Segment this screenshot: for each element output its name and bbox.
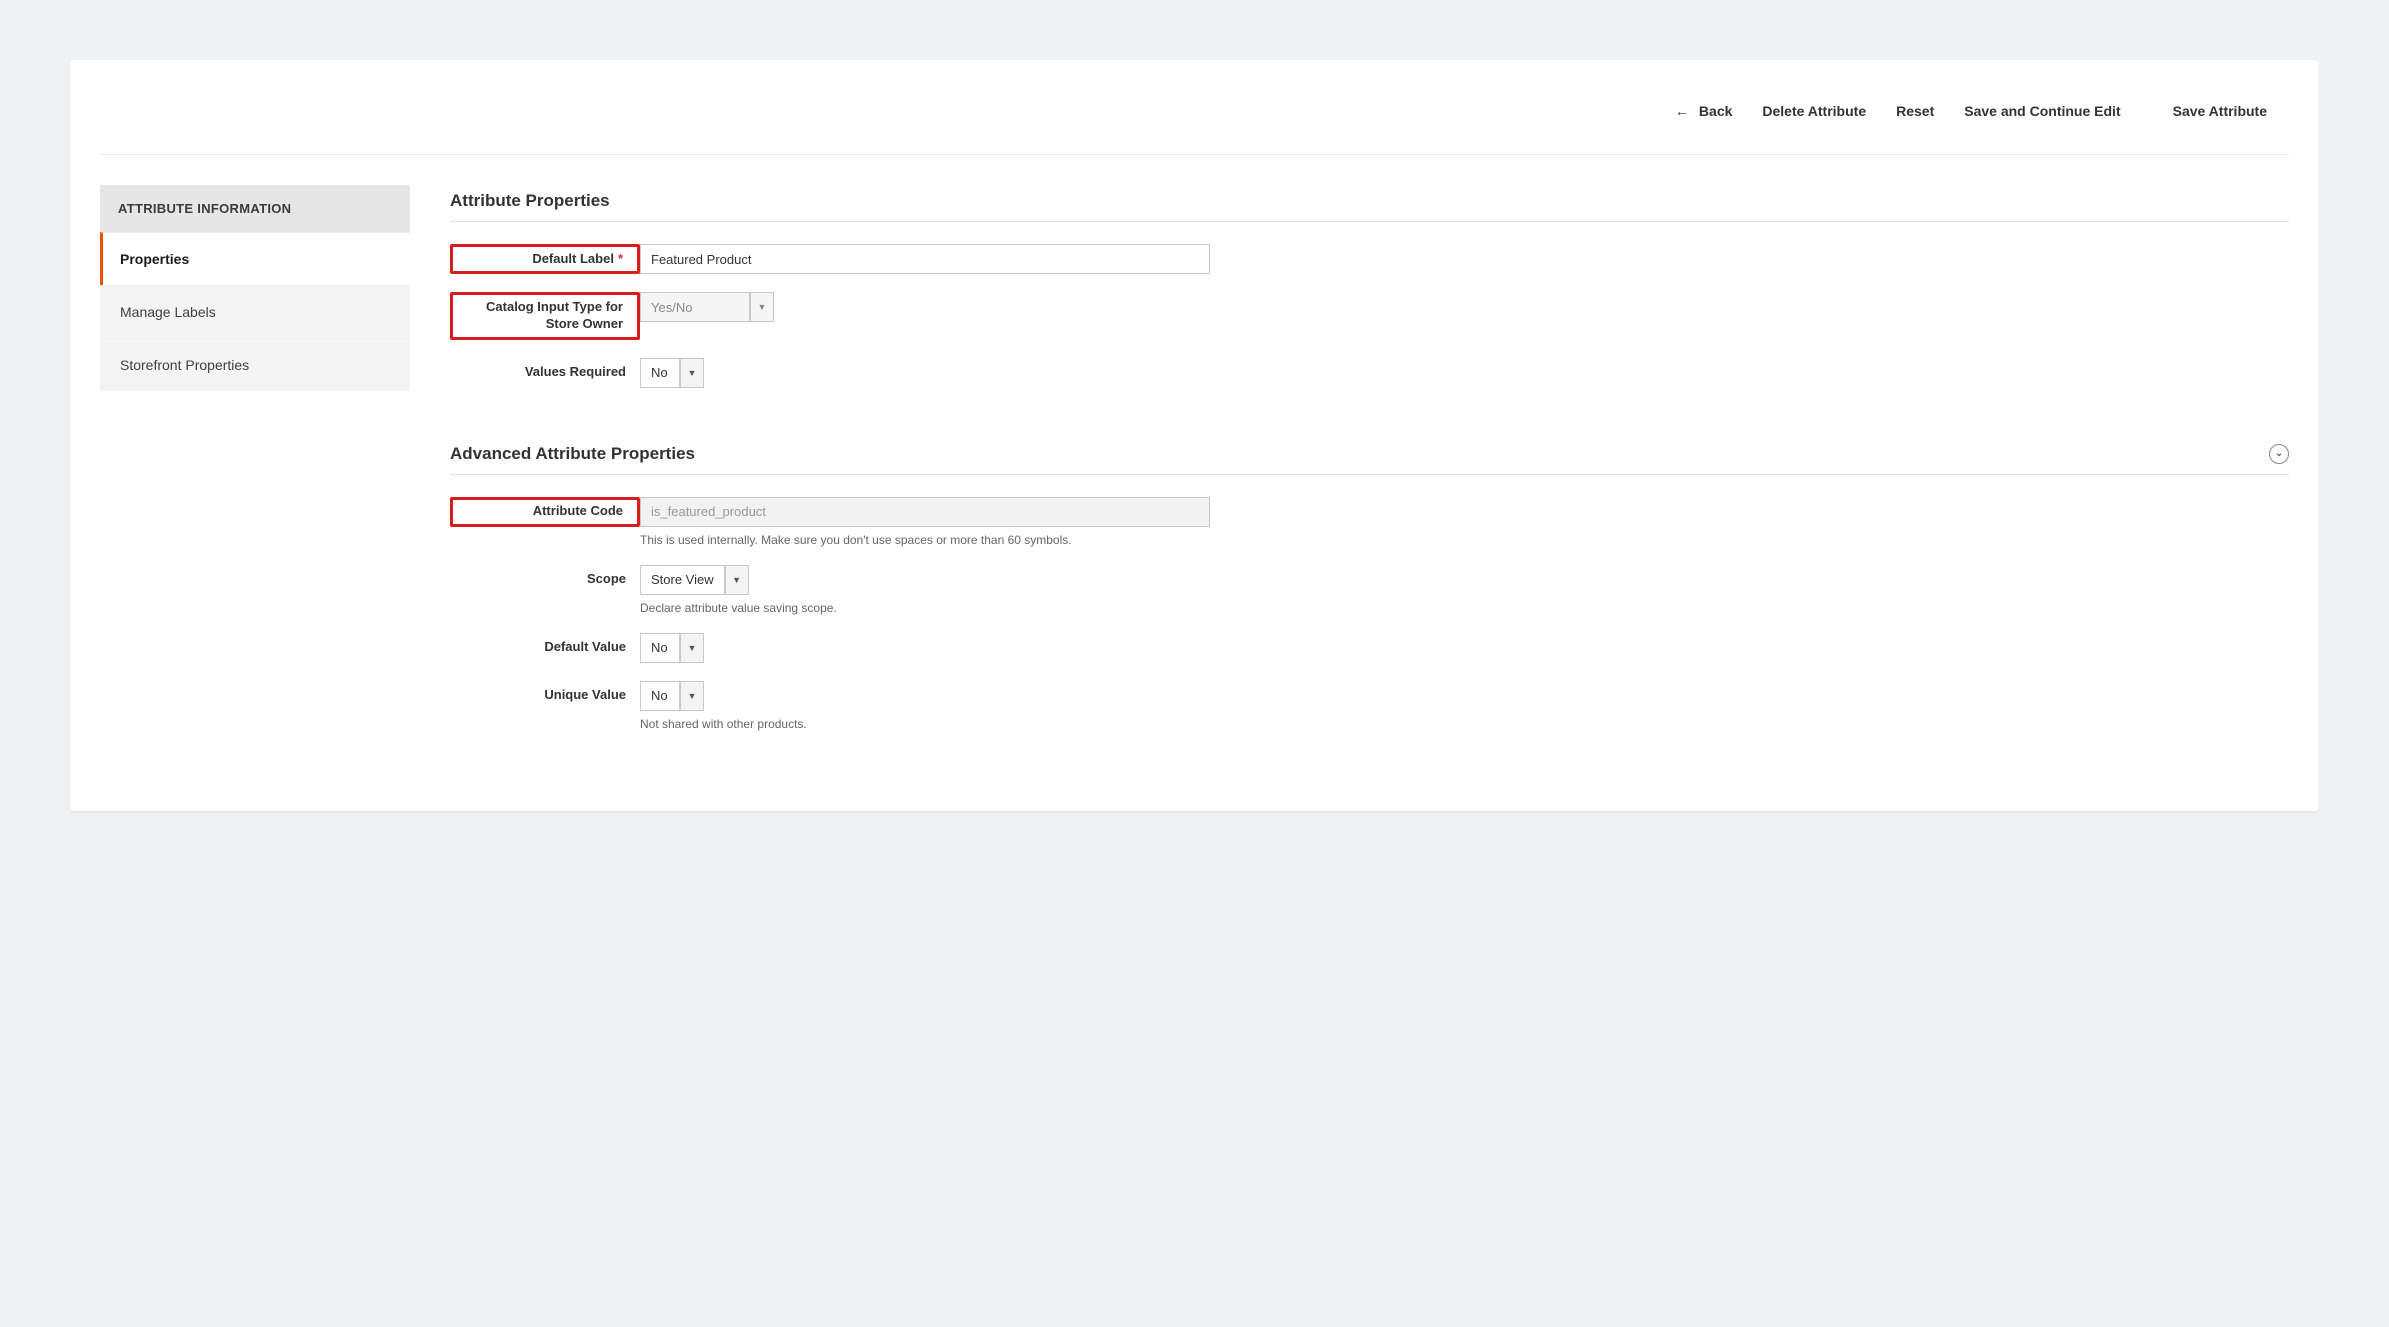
- unique-value-select[interactable]: No ▼: [640, 681, 704, 711]
- scope-help: Declare attribute value saving scope.: [640, 601, 2289, 615]
- arrow-left-icon: ←: [1675, 103, 1689, 119]
- unique-value-control: No ▼ Not shared with other products.: [640, 681, 2289, 731]
- unique-value-label: Unique Value: [450, 681, 640, 704]
- back-label: Back: [1699, 103, 1732, 119]
- default-label-input[interactable]: [640, 244, 1210, 274]
- values-required-value: No: [640, 358, 680, 388]
- values-required-control: No ▼: [640, 358, 2289, 388]
- section-title-text: Advanced Attribute Properties: [450, 444, 695, 464]
- delete-attribute-button[interactable]: Delete Attribute: [1762, 103, 1866, 119]
- required-asterisk-icon: *: [618, 251, 623, 268]
- reset-button[interactable]: Reset: [1896, 103, 1934, 119]
- chevron-down-icon: ▼: [725, 565, 749, 595]
- chevron-down-icon: ▼: [680, 633, 704, 663]
- sidebar-item-label: Properties: [120, 251, 189, 267]
- section-title: Attribute Properties: [450, 185, 2289, 222]
- back-button[interactable]: ← Back: [1675, 103, 1732, 119]
- input-type-control: Yes/No ▼: [640, 292, 2289, 322]
- scope-select[interactable]: Store View ▼: [640, 565, 749, 595]
- default-value-label: Default Value: [450, 633, 640, 656]
- advanced-properties-section: Advanced Attribute Properties ⌄ Attribut…: [450, 438, 2289, 731]
- unique-value-value: No: [640, 681, 680, 711]
- sidebar-item-storefront-properties[interactable]: Storefront Properties: [100, 338, 410, 391]
- content-area: Attribute Properties Default Label * Cat: [450, 185, 2289, 781]
- toolbar: ← Back Delete Attribute Reset Save and C…: [100, 80, 2289, 155]
- save-continue-button[interactable]: Save and Continue Edit: [1964, 103, 2120, 119]
- default-label-row: Default Label *: [450, 244, 2289, 274]
- scope-value: Store View: [640, 565, 725, 595]
- chevron-down-icon: ▼: [680, 681, 704, 711]
- input-type-row: Catalog Input Type for Store Owner Yes/N…: [450, 292, 2289, 340]
- main-layout: ATTRIBUTE INFORMATION Properties Manage …: [100, 155, 2289, 781]
- scope-control: Store View ▼ Declare attribute value sav…: [640, 565, 2289, 615]
- default-value-row: Default Value No ▼: [450, 633, 2289, 663]
- sidebar-header: ATTRIBUTE INFORMATION: [100, 185, 410, 232]
- default-label-control: [640, 244, 2289, 274]
- input-type-label: Catalog Input Type for Store Owner: [450, 292, 640, 340]
- scope-row: Scope Store View ▼ Declare attribute val…: [450, 565, 2289, 615]
- section-title-text: Attribute Properties: [450, 191, 610, 211]
- chevron-down-icon: ▼: [750, 292, 774, 322]
- attribute-code-label: Attribute Code: [450, 497, 640, 527]
- input-type-select: Yes/No ▼: [640, 292, 774, 322]
- values-required-row: Values Required No ▼: [450, 358, 2289, 388]
- sidebar-item-manage-labels[interactable]: Manage Labels: [100, 285, 410, 338]
- sidebar-item-properties[interactable]: Properties: [100, 232, 410, 285]
- sidebar-item-label: Manage Labels: [120, 304, 216, 320]
- collapse-icon[interactable]: ⌄: [2269, 444, 2289, 464]
- unique-value-row: Unique Value No ▼ Not shared with other …: [450, 681, 2289, 731]
- default-label-label: Default Label *: [450, 244, 640, 274]
- attribute-properties-section: Attribute Properties Default Label * Cat: [450, 185, 2289, 388]
- scope-label: Scope: [450, 565, 640, 588]
- chevron-down-icon: ▼: [680, 358, 704, 388]
- unique-value-help: Not shared with other products.: [640, 717, 2289, 731]
- values-required-select[interactable]: No ▼: [640, 358, 704, 388]
- attribute-code-row: Attribute Code This is used internally. …: [450, 497, 2289, 547]
- default-value-control: No ▼: [640, 633, 2289, 663]
- attribute-code-help: This is used internally. Make sure you d…: [640, 533, 2289, 547]
- default-value-value: No: [640, 633, 680, 663]
- save-attribute-button[interactable]: Save Attribute: [2151, 92, 2289, 130]
- sidebar: ATTRIBUTE INFORMATION Properties Manage …: [100, 185, 410, 781]
- section-title: Advanced Attribute Properties ⌄: [450, 438, 2289, 475]
- attribute-code-control: This is used internally. Make sure you d…: [640, 497, 2289, 547]
- values-required-label: Values Required: [450, 358, 640, 381]
- main-panel: ← Back Delete Attribute Reset Save and C…: [70, 60, 2319, 811]
- input-type-value: Yes/No: [640, 292, 750, 322]
- sidebar-item-label: Storefront Properties: [120, 357, 249, 373]
- attribute-code-input: [640, 497, 1210, 527]
- default-value-select[interactable]: No ▼: [640, 633, 704, 663]
